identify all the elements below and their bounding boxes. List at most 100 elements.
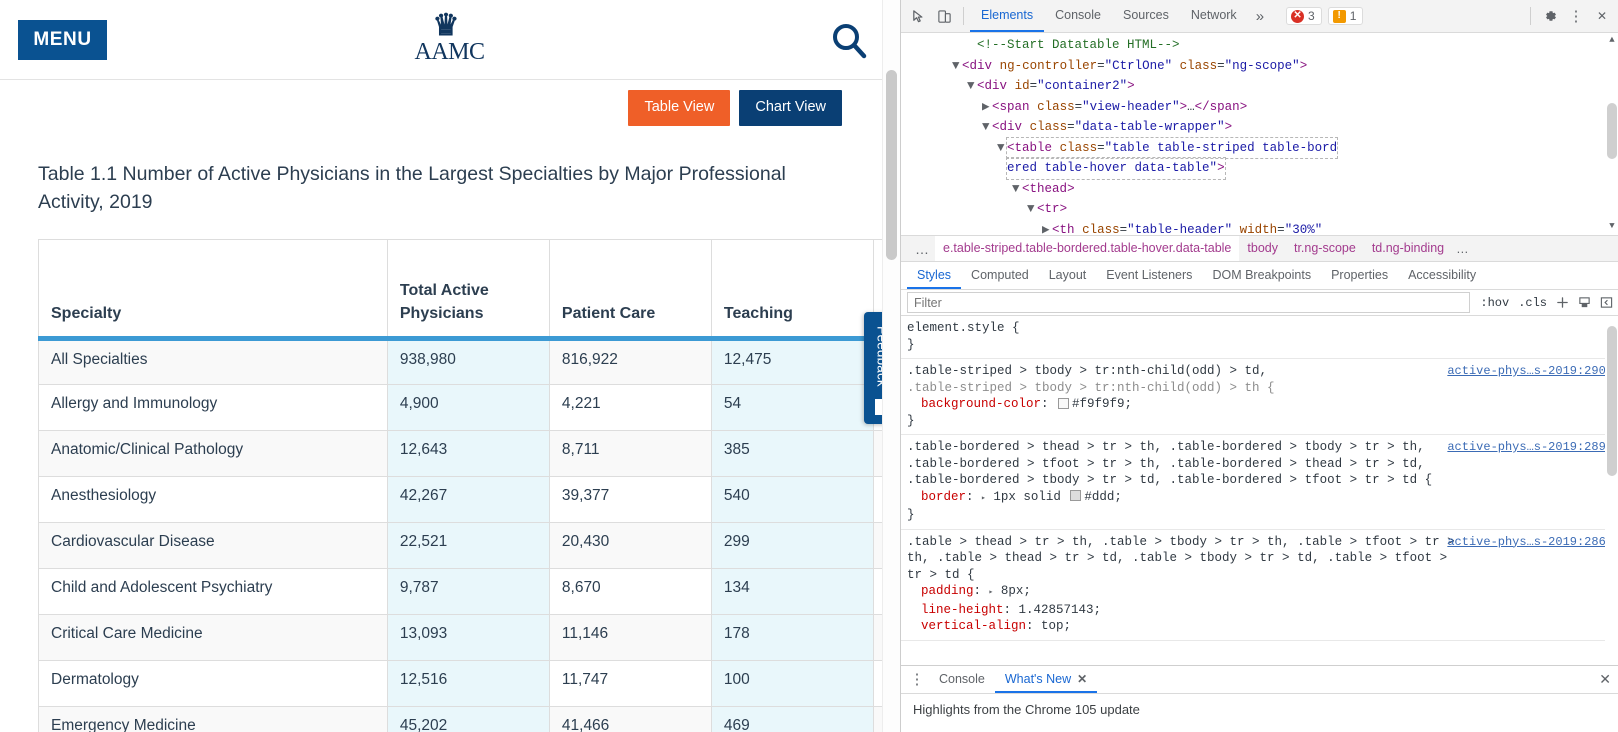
dom-node-line[interactable]: <!--Start Datatable HTML--> xyxy=(901,35,1618,56)
style-declaration[interactable]: background-color: #f9f9f9; xyxy=(907,396,1611,413)
color-swatch-icon[interactable] xyxy=(1058,397,1070,409)
styles-filter-input[interactable] xyxy=(907,292,1471,313)
more-options-icon[interactable]: ⋮ xyxy=(1563,3,1589,29)
style-declaration[interactable]: border: ▸ 1px solid #ddd; xyxy=(907,489,1611,508)
column-header-3: Patient Care xyxy=(548,238,712,341)
close-icon[interactable]: ✕ xyxy=(1589,3,1615,29)
page-scrollbar-thumb[interactable] xyxy=(886,70,897,260)
breadcrumb-item-tr[interactable]: tr.ng-scope xyxy=(1286,236,1364,261)
table-row: Cardiovascular Disease22,52120,430299573 xyxy=(38,521,900,569)
table-view-button[interactable]: Table View xyxy=(628,90,731,126)
breadcrumb-item-tbody[interactable]: tbody xyxy=(1239,236,1286,261)
styles-scrollbar-thumb[interactable] xyxy=(1607,326,1617,476)
dom-scrollbar-thumb[interactable] xyxy=(1607,103,1617,159)
device-toolbar-icon[interactable] xyxy=(931,3,957,29)
style-declaration[interactable]: vertical-align: top; xyxy=(907,618,1611,635)
style-property-name: background-color xyxy=(921,397,1042,411)
expand-shorthand-icon[interactable]: ▸ xyxy=(989,588,994,597)
cell-value: 12,516 xyxy=(386,659,550,707)
page-scrollbar[interactable] xyxy=(882,0,900,732)
cell-value: 11,747 xyxy=(548,659,712,707)
style-declaration[interactable]: padding: ▸ 8px; xyxy=(907,583,1611,602)
dom-tree-scrollbar[interactable]: ▲ ▼ xyxy=(1605,33,1618,233)
search-icon[interactable] xyxy=(828,20,870,62)
cell-specialty: Dermatology xyxy=(38,659,388,707)
collapse-sidebar-icon[interactable] xyxy=(1600,296,1613,309)
dom-node-line[interactable]: ▼ <div ng-controller="CtrlOne" class="ng-… xyxy=(901,56,1618,77)
tab-styles[interactable]: Styles xyxy=(907,262,962,289)
tab-elements[interactable]: Elements xyxy=(970,1,1045,32)
table-row: Anatomic/Clinical Pathology 12,643 8,711 38… xyxy=(38,429,900,477)
drawer-tab-console[interactable]: Console xyxy=(929,666,995,693)
tab-layout[interactable]: Layout xyxy=(1039,262,1097,289)
tab-network[interactable]: Network xyxy=(1180,1,1248,32)
style-color-value: #ddd; xyxy=(1084,489,1122,504)
scroll-down-icon[interactable]: ▼ xyxy=(1605,219,1618,233)
devtools-drawer: ⋮ Console What's New ✕ ✕ Highlights from… xyxy=(901,665,1618,732)
tab-console[interactable]: Console xyxy=(1044,1,1112,32)
computed-styles-sidebar-icon[interactable] xyxy=(1578,296,1591,309)
tab-event-listeners[interactable]: Event Listeners xyxy=(1096,262,1202,289)
dom-node-line[interactable]: ▼ <table class="table table-striped table… xyxy=(901,136,1618,159)
dom-node-line[interactable]: ▼ <tr> xyxy=(901,199,1618,220)
dom-node-line[interactable]: ▼ <div id="container2"> xyxy=(901,76,1618,97)
style-rule[interactable]: element.style {} xyxy=(901,316,1618,359)
dom-node-line[interactable]: ▶ <th class="table-header" width="30%" xyxy=(901,220,1618,236)
dom-node-line[interactable]: ered table-hover data-table"> xyxy=(901,157,1618,180)
scroll-up-icon[interactable]: ▲ xyxy=(1605,33,1618,47)
cell-specialty: Anatomic/Clinical Pathology xyxy=(38,429,388,477)
style-rule-list: element.style {} active-phys…s-2019:2903.… xyxy=(901,316,1618,641)
style-source-link[interactable]: active-phys…s-2019:2903 xyxy=(1447,363,1613,380)
dom-node-line[interactable]: ▼ <div class="data-table-wrapper"> xyxy=(901,117,1618,138)
expand-shorthand-icon[interactable]: ▸ xyxy=(981,494,986,503)
drawer-tab-strip: ⋮ Console What's New ✕ ✕ xyxy=(901,666,1618,694)
style-rule[interactable]: active-phys…s-2019:2893 .table-bordered >… xyxy=(901,435,1618,530)
cell-value: 20,430 xyxy=(548,521,712,569)
style-declaration[interactable]: line-height: 1.42857143; xyxy=(907,602,1611,619)
breadcrumb-item-table[interactable]: e.table-striped.table-bordered.table-hov… xyxy=(935,236,1240,261)
menu-button[interactable]: MENU xyxy=(18,20,107,60)
style-property-name: border xyxy=(921,489,967,504)
tab-computed[interactable]: Computed xyxy=(961,262,1039,289)
dom-node-line[interactable]: ▼ <thead> xyxy=(901,179,1618,200)
cell-value: 42,267 xyxy=(386,475,550,523)
style-rule[interactable]: active-phys…s-2019:2903 .table-striped > … xyxy=(901,359,1618,435)
more-tabs-icon[interactable]: » xyxy=(1248,8,1272,25)
gear-icon[interactable] xyxy=(1537,3,1563,29)
table-row: Dermatology12,51611,74710098 xyxy=(38,659,900,707)
cls-toggle[interactable]: .cls xyxy=(1518,296,1547,310)
styles-rules-pane[interactable]: element.style {} active-phys…s-2019:2903.… xyxy=(901,316,1618,665)
dom-tree-pane[interactable]: <!--Start Datatable HTML--> ▼ <div ng-con… xyxy=(901,33,1618,235)
add-rule-icon[interactable] xyxy=(1556,296,1569,309)
cell-value: 385 xyxy=(710,429,874,477)
breadcrumb-ellipsis[interactable]: … xyxy=(909,241,935,257)
tab-accessibility[interactable]: Accessibility xyxy=(1398,262,1486,289)
style-rule[interactable]: active-phys…s-2019:2863 .table > thead > … xyxy=(901,530,1618,641)
dom-tree-lines: <!--Start Datatable HTML--> ▼ <div ng-con… xyxy=(901,35,1618,235)
warning-count-badge[interactable]: ! 1 xyxy=(1327,7,1364,25)
chart-view-button[interactable]: Chart View xyxy=(739,90,842,126)
style-property-name: padding xyxy=(921,584,974,598)
style-source-link[interactable]: active-phys…s-2019:2893 xyxy=(1447,439,1613,456)
tab-properties[interactable]: Properties xyxy=(1321,262,1398,289)
dom-node-line[interactable]: ▶ <span class="view-header">…</span> xyxy=(901,97,1618,118)
hov-toggle[interactable]: :hov xyxy=(1480,296,1509,310)
inspect-element-icon[interactable] xyxy=(905,3,931,29)
aamc-logo[interactable]: ♛ AAMC xyxy=(406,10,486,72)
drawer-more-icon[interactable]: ⋮ xyxy=(905,666,929,693)
close-icon[interactable]: ✕ xyxy=(1077,672,1087,686)
styles-scrollbar[interactable] xyxy=(1605,316,1618,665)
drawer-tab-whats-new[interactable]: What's New ✕ xyxy=(994,666,1098,693)
web-page-viewport: MENU ♛ AAMC Table View Chart View Table … xyxy=(0,0,900,732)
close-drawer-icon[interactable]: ✕ xyxy=(1599,666,1618,693)
page-title: Table 1.1 Number of Active Physicians in… xyxy=(38,163,786,214)
tab-sources[interactable]: Sources xyxy=(1112,1,1180,32)
cell-value: 816,922 xyxy=(548,337,712,385)
style-source-link[interactable]: active-phys…s-2019:2863 xyxy=(1447,534,1613,551)
error-count-badge[interactable]: ✕ 3 xyxy=(1286,7,1322,25)
color-swatch-icon[interactable] xyxy=(1070,490,1082,502)
style-color-value: #f9f9f9; xyxy=(1072,397,1133,411)
breadcrumb-item-td[interactable]: td.ng-binding xyxy=(1364,236,1452,261)
cell-value: 13,093 xyxy=(386,613,550,661)
tab-dom-breakpoints[interactable]: DOM Breakpoints xyxy=(1202,262,1321,289)
